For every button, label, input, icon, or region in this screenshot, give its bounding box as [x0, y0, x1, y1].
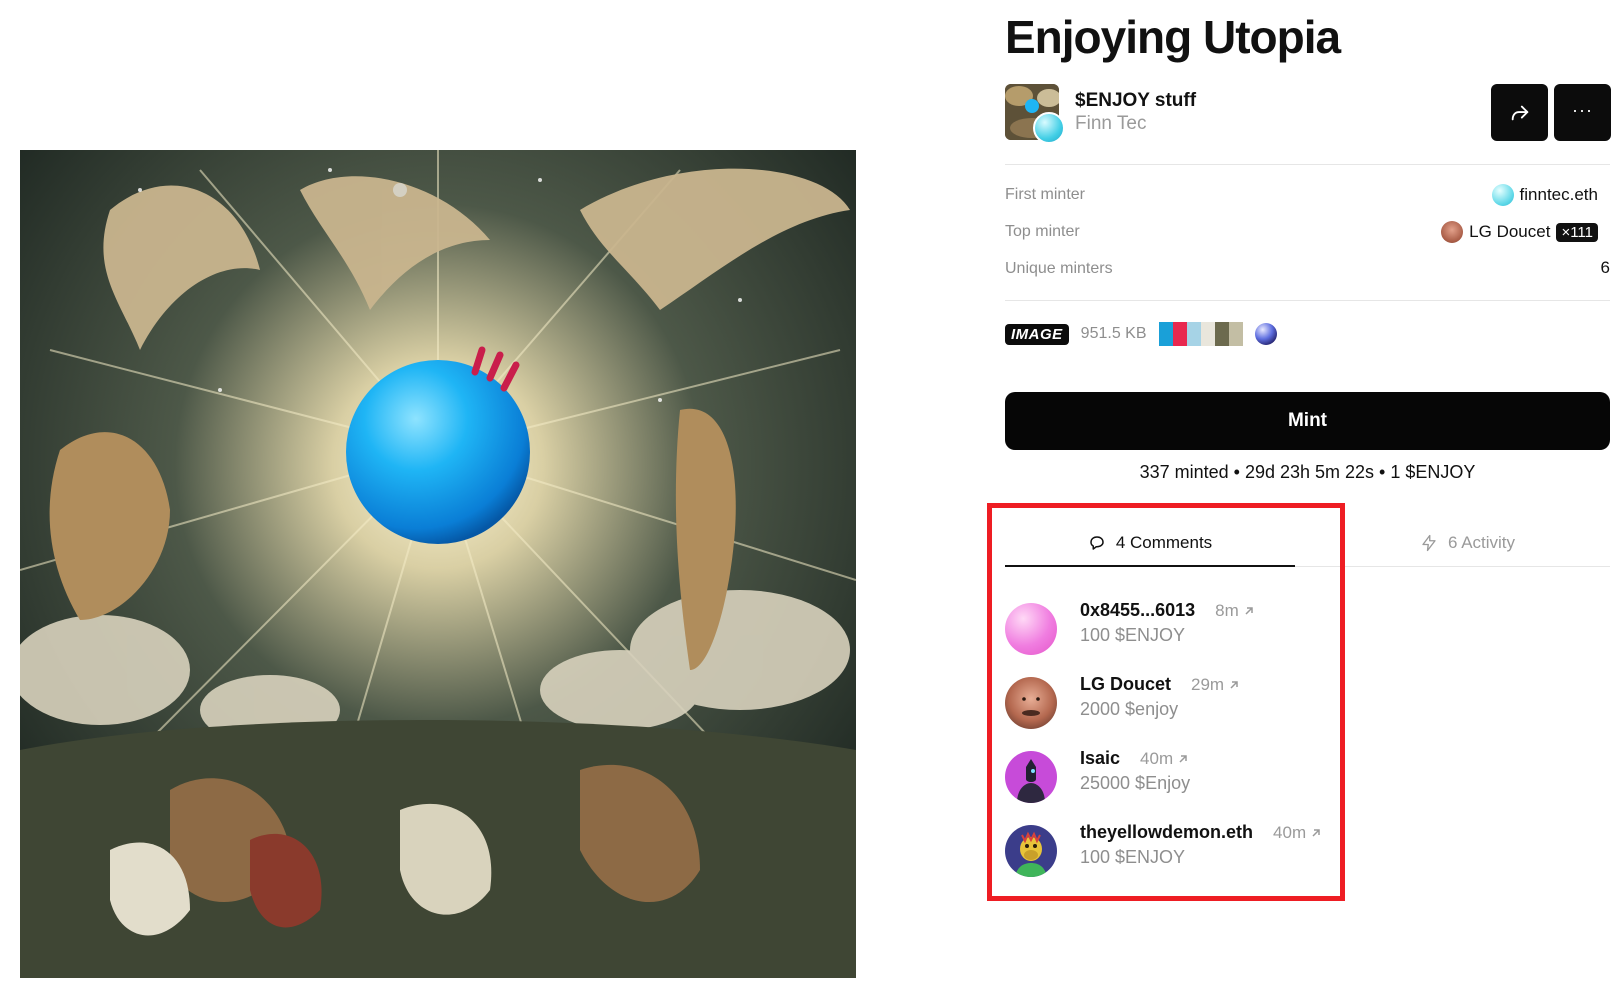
comment-item[interactable]: Isaic 40m 25000 $Enjoy: [1005, 748, 1345, 804]
commenter-name[interactable]: theyellowdemon.eth: [1080, 822, 1253, 843]
collection-name[interactable]: $ENJOY stuff: [1075, 90, 1196, 112]
comment-time-link[interactable]: 40m: [1140, 749, 1189, 769]
comment-time: 8m: [1215, 601, 1239, 620]
comment-amount: 100 $ENJOY: [1080, 625, 1186, 645]
comment-item[interactable]: LG Doucet 29m 2000 $enjoy: [1005, 674, 1345, 730]
commenter-name[interactable]: Isaic: [1080, 748, 1120, 769]
commenter-avatar[interactable]: [1005, 825, 1057, 877]
first-minter-value[interactable]: finntec.eth: [1491, 184, 1598, 206]
comment-item[interactable]: theyellowdemon.eth 40m 100 $ENJOY: [1005, 822, 1345, 878]
unique-minters-label: Unique minters: [1005, 260, 1113, 277]
color-palette: [1158, 322, 1243, 346]
comment-amount: 25000 $Enjoy: [1080, 773, 1191, 793]
commenter-avatar-face: [1022, 697, 1040, 716]
comment-time: 40m: [1140, 749, 1174, 768]
first-minter-row: First minter finntec.eth: [1005, 184, 1610, 208]
chain-orb-icon[interactable]: [1254, 323, 1277, 345]
comment-header: LG Doucet 29m: [1080, 674, 1240, 695]
palette-swatch: [1172, 322, 1187, 346]
comment-time-link[interactable]: 29m: [1191, 675, 1240, 695]
comment-time-link[interactable]: 8m: [1215, 601, 1255, 621]
mint-stats: 337 minted • 29d 23h 5m 22s • 1 $ENJOY: [1139, 462, 1476, 482]
comment-time: 29m: [1191, 675, 1225, 694]
first-minter-name: finntec.eth: [1519, 185, 1598, 204]
tab-activity[interactable]: 6 Activity: [1325, 520, 1610, 566]
tab-activity-label: 6 Activity: [1447, 533, 1516, 552]
media-type-badge: IMAGE: [1005, 323, 1069, 345]
commenter-name[interactable]: LG Doucet: [1080, 674, 1171, 695]
more-options-button[interactable]: ···: [1554, 84, 1611, 141]
collection-badge-avatar: [1033, 112, 1065, 144]
top-minter-label: Top minter: [1005, 223, 1080, 240]
file-size: 951.5 KB: [1080, 325, 1147, 342]
bolt-icon: [1422, 534, 1436, 552]
artwork-image[interactable]: [20, 150, 856, 978]
tab-comments-label: 4 Comments: [1115, 533, 1213, 552]
comment-header: theyellowdemon.eth 40m: [1080, 822, 1322, 843]
first-minter-label: First minter: [1005, 186, 1085, 203]
comment-time: 40m: [1273, 823, 1307, 842]
comment-amount: 100 $ENJOY: [1080, 847, 1186, 867]
media-info: IMAGE 951.5 KB: [1005, 322, 1610, 346]
external-arrow-icon: [1230, 681, 1238, 689]
active-tab-indicator: [1005, 565, 1295, 567]
external-arrow-icon: [1245, 607, 1253, 615]
comment-time-link[interactable]: 40m: [1273, 823, 1322, 843]
page-title: Enjoying Utopia: [1005, 11, 1341, 63]
unique-minters-row: Unique minters 6: [1005, 258, 1610, 282]
top-minter-count-badge: ×111: [1556, 222, 1598, 242]
first-minter-avatar: [1491, 184, 1514, 206]
divider: [1005, 164, 1610, 165]
palette-swatch: [1200, 322, 1215, 346]
commenter-avatar-ape: [1015, 831, 1047, 877]
comment-header: 0x8455...6013 8m: [1080, 600, 1255, 621]
comment-header: Isaic 40m: [1080, 748, 1189, 769]
comment-item[interactable]: 0x8455...6013 8m 100 $ENJOY: [1005, 600, 1345, 656]
top-minter-value[interactable]: LG Doucet ×111: [1441, 221, 1598, 243]
share-icon: [1511, 105, 1528, 120]
more-icon: ···: [1572, 99, 1593, 120]
palette-swatch: [1214, 322, 1229, 346]
comment-icon: [1090, 536, 1104, 550]
details-panel: Enjoying Utopia $ENJOY stuff Finn Tec ··…: [1005, 0, 1611, 988]
external-arrow-icon: [1179, 755, 1187, 763]
tab-comments[interactable]: 4 Comments: [1005, 520, 1295, 566]
commenter-avatar[interactable]: [1005, 751, 1057, 803]
commenter-avatar[interactable]: [1005, 603, 1057, 655]
artwork-illustration: [20, 150, 856, 978]
unique-minters-value: 6: [1600, 258, 1610, 277]
divider: [1005, 300, 1610, 301]
collection-creator[interactable]: Finn Tec: [1075, 113, 1146, 135]
palette-swatch: [1158, 322, 1173, 346]
share-button[interactable]: [1491, 84, 1548, 141]
external-arrow-icon: [1312, 829, 1320, 837]
comment-amount: 2000 $enjoy: [1080, 699, 1179, 719]
collection-header: $ENJOY stuff Finn Tec ···: [1005, 84, 1611, 146]
palette-swatch: [1228, 322, 1243, 346]
top-minter-name: LG Doucet: [1469, 222, 1551, 241]
commenter-name[interactable]: 0x8455...6013: [1080, 600, 1195, 621]
commenter-avatar-figure: [1017, 759, 1045, 803]
top-minter-avatar: [1441, 221, 1464, 243]
palette-swatch: [1186, 322, 1201, 346]
mint-button[interactable]: Mint: [1005, 392, 1610, 450]
top-minter-row: Top minter LG Doucet ×111: [1005, 221, 1610, 245]
commenter-avatar[interactable]: [1005, 677, 1057, 729]
tab-divider: [1295, 566, 1610, 567]
